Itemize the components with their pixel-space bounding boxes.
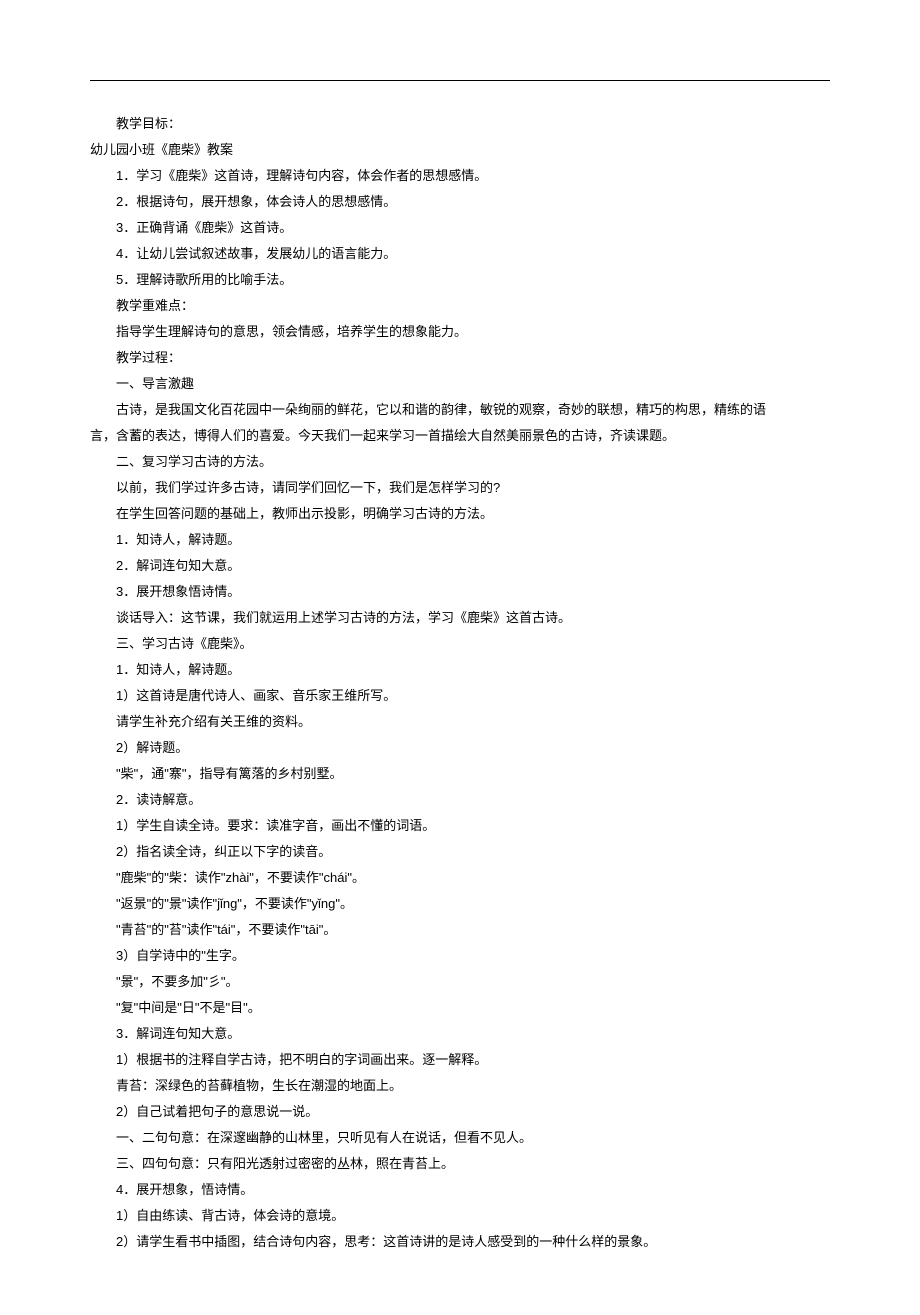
text-line: 1）学生自读全诗。要求：读准字音，画出不懂的词语。 xyxy=(90,813,830,839)
text-line: 2）解诗题。 xyxy=(90,735,830,761)
text-line: "柴"，通"寨"，指导有篱落的乡村别墅。 xyxy=(90,761,830,787)
text-line: 3．解词连句知大意。 xyxy=(90,1021,830,1047)
text-line: 1．学习《鹿柴》这首诗，理解诗句内容，体会作者的思想感情。 xyxy=(90,163,830,189)
text-line: 2．根据诗句，展开想象，体会诗人的思想感情。 xyxy=(90,189,830,215)
text-line: 2．解词连句知大意。 xyxy=(90,553,830,579)
top-divider xyxy=(90,80,830,81)
text-line: 1．知诗人，解诗题。 xyxy=(90,527,830,553)
text-line: 2）请学生看书中插图，结合诗句内容，思考：这首诗讲的是诗人感受到的一种什么样的景… xyxy=(90,1229,830,1255)
text-line: 2）指名读全诗，纠正以下字的读音。 xyxy=(90,839,830,865)
text-line: 二、复习学习古诗的方法。 xyxy=(90,449,830,475)
text-line: 教学重难点： xyxy=(90,293,830,319)
text-line: 5．理解诗歌所用的比喻手法。 xyxy=(90,267,830,293)
text-line: 一、导言激趣 xyxy=(90,371,830,397)
text-line: 在学生回答问题的基础上，教师出示投影，明确学习古诗的方法。 xyxy=(90,501,830,527)
text-line: 1）根据书的注释自学古诗，把不明白的字词画出来。逐一解释。 xyxy=(90,1047,830,1073)
text-line: 古诗，是我国文化百花园中一朵绚丽的鲜花，它以和谐的韵律，敏锐的观察，奇妙的联想，… xyxy=(90,397,830,423)
text-line: 三、四句句意：只有阳光透射过密密的丛林，照在青苔上。 xyxy=(90,1151,830,1177)
text-line: "鹿柴"的"柴：读作"zhài"，不要读作"chái"。 xyxy=(90,865,830,891)
text-line: 3）自学诗中的"生字。 xyxy=(90,943,830,969)
text-line: 三、学习古诗《鹿柴》。 xyxy=(90,631,830,657)
text-line: 教学目标： xyxy=(90,111,830,137)
text-line: "复"中间是"日"不是"目"。 xyxy=(90,995,830,1021)
text-line: 请学生补充介绍有关王维的资料。 xyxy=(90,709,830,735)
text-line: "青苔"的"苔"读作"tái"，不要读作"tāi"。 xyxy=(90,917,830,943)
text-line: 3．展开想象悟诗情。 xyxy=(90,579,830,605)
text-line: 言，含蓄的表达，博得人们的喜爱。今天我们一起来学习一首描绘大自然美丽景色的古诗，… xyxy=(90,423,830,449)
text-line: 青苔：深绿色的苔藓植物，生长在潮湿的地面上。 xyxy=(90,1073,830,1099)
text-line: 幼儿园小班《鹿柴》教案 xyxy=(90,137,830,163)
text-line: 3．正确背诵《鹿柴》这首诗。 xyxy=(90,215,830,241)
text-line: 以前，我们学过许多古诗，请同学们回忆一下，我们是怎样学习的? xyxy=(90,475,830,501)
text-line: 谈话导入：这节课，我们就运用上述学习古诗的方法，学习《鹿柴》这首古诗。 xyxy=(90,605,830,631)
text-line: 一、二句句意：在深邃幽静的山林里，只听见有人在说话，但看不见人。 xyxy=(90,1125,830,1151)
text-line: 1）自由练读、背古诗，体会诗的意境。 xyxy=(90,1203,830,1229)
text-line: "景"，不要多加"彡"。 xyxy=(90,969,830,995)
text-line: 1．知诗人，解诗题。 xyxy=(90,657,830,683)
text-line: 2）自己试着把句子的意思说一说。 xyxy=(90,1099,830,1125)
document-content: 教学目标：幼儿园小班《鹿柴》教案1．学习《鹿柴》这首诗，理解诗句内容，体会作者的… xyxy=(90,111,830,1255)
text-line: 指导学生理解诗句的意思，领会情感，培养学生的想象能力。 xyxy=(90,319,830,345)
text-line: 4．让幼儿尝试叙述故事，发展幼儿的语言能力。 xyxy=(90,241,830,267)
text-line: 2．读诗解意。 xyxy=(90,787,830,813)
text-line: "返景"的"景"读作"jǐng"，不要读作"yǐng"。 xyxy=(90,891,830,917)
text-line: 4．展开想象，悟诗情。 xyxy=(90,1177,830,1203)
document-page: 教学目标：幼儿园小班《鹿柴》教案1．学习《鹿柴》这首诗，理解诗句内容，体会作者的… xyxy=(0,0,920,1315)
text-line: 教学过程： xyxy=(90,345,830,371)
text-line: 1）这首诗是唐代诗人、画家、音乐家王维所写。 xyxy=(90,683,830,709)
